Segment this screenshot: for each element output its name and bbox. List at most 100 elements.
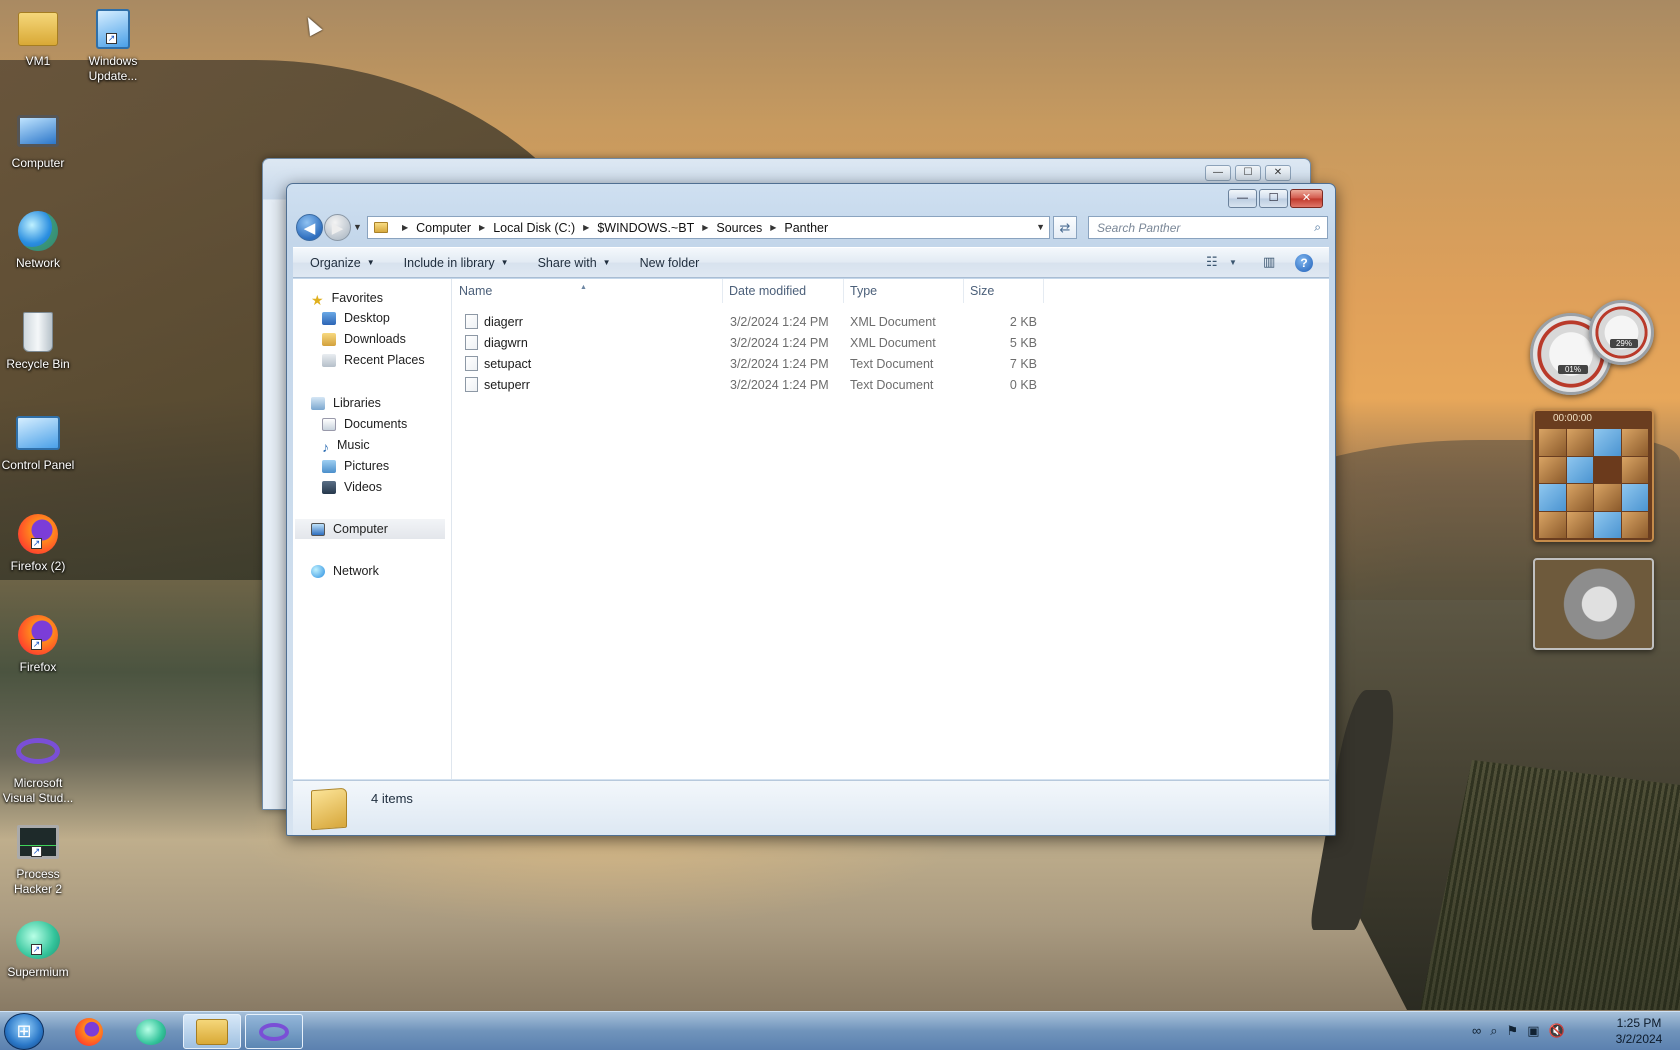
- nav-documents[interactable]: Documents: [322, 414, 407, 434]
- column-header-date-modified[interactable]: Date modified: [723, 279, 844, 303]
- desktop-icon-firefox-2[interactable]: ↗ Firefox (2): [0, 511, 78, 574]
- breadcrumb-panther[interactable]: Panther: [784, 221, 828, 235]
- explorer-window[interactable]: — ☐ ✕ ◀ ▶ ▼ ▶ Computer ▶ Local Disk (C:)…: [286, 183, 1336, 836]
- preview-pane-icon[interactable]: ▥: [1263, 254, 1275, 270]
- taskbar-supermium[interactable]: [122, 1014, 180, 1049]
- desktop-icon-network[interactable]: Network: [0, 208, 78, 271]
- puzzle-grid[interactable]: [1539, 429, 1648, 538]
- desktop-icon-label: Firefox: [19, 660, 57, 674]
- breadcrumb-sources[interactable]: Sources: [716, 221, 762, 235]
- organize-menu[interactable]: Organize ▼: [293, 248, 387, 277]
- file-name: setuperr: [484, 378, 530, 392]
- file-date: 3/2/2024 1:24 PM: [730, 336, 829, 350]
- share-with-menu[interactable]: Share with ▼: [521, 248, 623, 277]
- network-tray-icon[interactable]: ▣: [1527, 1023, 1539, 1039]
- volume-muted-icon[interactable]: 🔇: [1549, 1023, 1565, 1039]
- start-button[interactable]: ⊞: [4, 1013, 44, 1050]
- close-button[interactable]: ✕: [1290, 189, 1323, 208]
- text-file-icon: [465, 356, 478, 371]
- breadcrumb-arrow-icon[interactable]: ▶: [770, 223, 776, 232]
- nav-videos[interactable]: Videos: [322, 477, 382, 497]
- recycle-bin-icon: [15, 309, 61, 355]
- firefox-icon: [75, 1017, 103, 1046]
- desktop-icon-label: Supermium: [7, 965, 69, 979]
- share-with-label: Share with: [537, 255, 597, 270]
- view-dropdown-icon[interactable]: ▼: [1229, 258, 1237, 267]
- nav-label: Computer: [333, 522, 388, 536]
- desktop-icon-windows-update[interactable]: ↗ Windows Update...: [73, 6, 153, 84]
- slideshow-gadget[interactable]: [1533, 558, 1654, 650]
- new-folder-button[interactable]: New folder: [623, 248, 712, 277]
- action-center-flag-icon[interactable]: ⚑: [1507, 1023, 1519, 1039]
- recent-pages-dropdown-icon[interactable]: ▼: [353, 222, 362, 232]
- column-label: Date modified: [729, 284, 807, 298]
- refresh-button[interactable]: ⇄: [1053, 216, 1077, 239]
- column-header-type[interactable]: Type: [844, 279, 964, 303]
- file-name: diagerr: [484, 315, 523, 329]
- breadcrumb-arrow-icon[interactable]: ▶: [702, 223, 708, 232]
- column-header-size[interactable]: Size: [964, 279, 1044, 303]
- close-button[interactable]: ✕: [1265, 165, 1291, 181]
- desktop-icon-process-hacker[interactable]: ↗ Process Hacker 2: [0, 819, 78, 897]
- minimize-button[interactable]: —: [1228, 189, 1257, 208]
- desktop-icon-recycle-bin[interactable]: Recycle Bin: [0, 309, 78, 372]
- file-type: Text Document: [850, 378, 934, 392]
- help-icon[interactable]: ?: [1295, 254, 1313, 272]
- desktop-icon-supermium[interactable]: ↗ Supermium: [0, 917, 78, 980]
- desktop-icon-control-panel[interactable]: Control Panel: [0, 410, 78, 473]
- nav-label: Libraries: [333, 396, 381, 410]
- sort-ascending-icon: ▲: [580, 284, 587, 291]
- nav-computer[interactable]: Computer: [295, 519, 445, 539]
- navigation-bar: ◀ ▶ ▼ ▶ Computer ▶ Local Disk (C:) ▶ $WI…: [295, 214, 1329, 242]
- breadcrumb-local-disk[interactable]: Local Disk (C:): [493, 221, 575, 235]
- column-header-name[interactable]: ▲ Name: [453, 279, 723, 303]
- address-bar[interactable]: ▶ Computer ▶ Local Disk (C:) ▶ $WINDOWS.…: [367, 216, 1050, 239]
- nav-favorites[interactable]: ★ Favorites: [311, 288, 383, 308]
- breadcrumb-computer[interactable]: Computer: [416, 221, 471, 235]
- column-label: Size: [970, 284, 995, 298]
- maximize-button[interactable]: ☐: [1235, 165, 1261, 181]
- nav-recent-places[interactable]: Recent Places: [322, 350, 425, 370]
- desktop-icon-firefox[interactable]: ↗ Firefox: [0, 612, 78, 675]
- nav-downloads[interactable]: Downloads: [322, 329, 406, 349]
- breadcrumb-arrow-icon[interactable]: ▶: [402, 223, 408, 232]
- desktop-icon-vm1[interactable]: VM1: [0, 6, 78, 69]
- back-button[interactable]: ◀: [296, 214, 323, 241]
- nav-libraries[interactable]: Libraries: [311, 393, 381, 413]
- xml-file-icon: [465, 314, 478, 329]
- taskbar-firefox[interactable]: [60, 1014, 118, 1049]
- include-in-library-menu[interactable]: Include in library ▼: [387, 248, 521, 277]
- nav-pictures[interactable]: Pictures: [322, 456, 389, 476]
- refresh-icon: ⇄: [1059, 220, 1071, 235]
- taskbar-explorer[interactable]: [183, 1014, 241, 1049]
- videos-icon: [322, 480, 336, 494]
- navigation-pane: ★ Favorites Desktop Downloads Recent Plac…: [293, 279, 452, 779]
- forward-button[interactable]: ▶: [324, 214, 351, 241]
- minimize-button[interactable]: —: [1205, 165, 1231, 181]
- picture-puzzle-gadget[interactable]: 00:00:00: [1533, 409, 1654, 542]
- desktop-icon-visual-studio[interactable]: Microsoft Visual Stud...: [0, 728, 78, 806]
- search-icon[interactable]: ⌕: [1314, 220, 1321, 234]
- breadcrumb-windows-bt[interactable]: $WINDOWS.~BT: [597, 221, 694, 235]
- address-dropdown-icon[interactable]: ▼: [1036, 222, 1045, 232]
- search-input[interactable]: Search Panther ⌕: [1088, 216, 1328, 239]
- file-date: 3/2/2024 1:24 PM: [730, 378, 829, 392]
- desktop-icon-label: Control Panel: [1, 458, 75, 472]
- memory-meter-gadget[interactable]: 29%: [1589, 300, 1654, 365]
- file-date: 3/2/2024 1:24 PM: [730, 315, 829, 329]
- nav-network[interactable]: Network: [311, 561, 379, 581]
- nav-music[interactable]: ♪ Music: [322, 435, 370, 455]
- desktop-icon-computer[interactable]: Computer: [0, 108, 78, 171]
- taskbar-visual-studio[interactable]: [245, 1014, 303, 1049]
- nav-desktop[interactable]: Desktop: [322, 308, 390, 328]
- nav-label: Pictures: [344, 459, 390, 473]
- breadcrumb-arrow-icon[interactable]: ▶: [479, 223, 485, 232]
- system-clock[interactable]: 1:25 PM 3/2/2024: [1602, 1015, 1676, 1047]
- breadcrumb-arrow-icon[interactable]: ▶: [583, 223, 589, 232]
- change-view-icon[interactable]: ☷: [1206, 254, 1218, 270]
- nav-label: Network: [333, 564, 379, 578]
- infinity-tray-icon[interactable]: ∞: [1472, 1023, 1481, 1039]
- maximize-button[interactable]: ☐: [1259, 189, 1288, 208]
- search-tray-icon[interactable]: ⌕: [1490, 1023, 1497, 1039]
- file-name: diagwrn: [484, 336, 528, 350]
